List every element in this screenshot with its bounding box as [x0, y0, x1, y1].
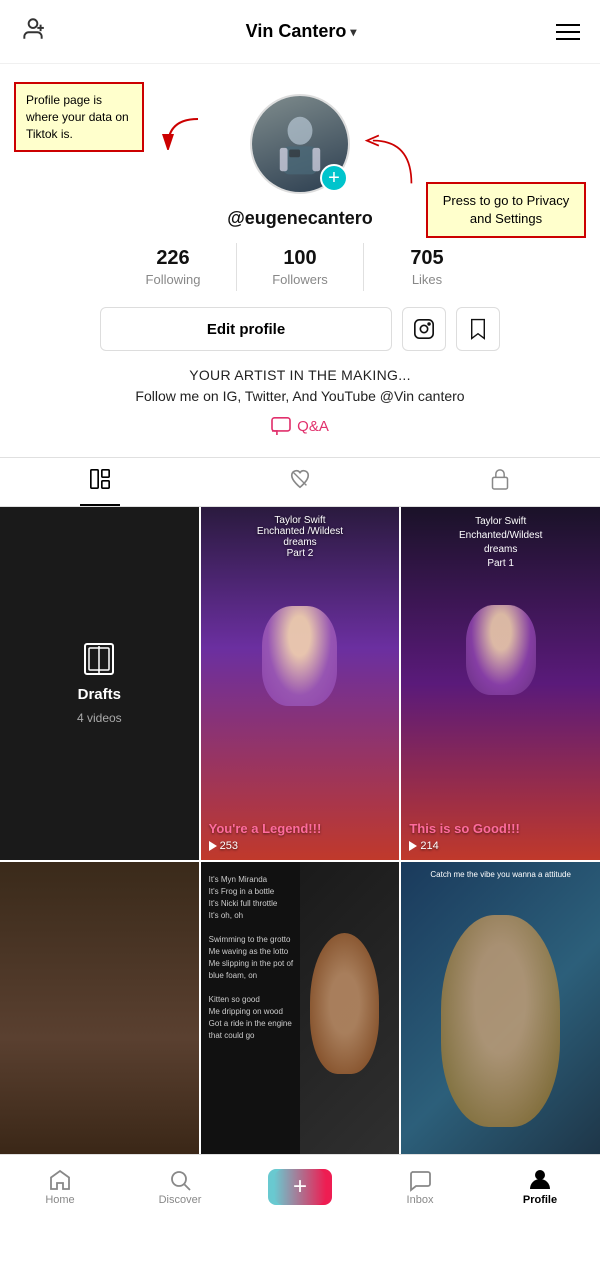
tab-liked[interactable] [200, 458, 400, 506]
heart-icon [289, 468, 311, 496]
add-user-button[interactable] [20, 16, 46, 48]
ts1-overlay: You're a Legend!!! 253 [201, 507, 400, 860]
instagram-button[interactable] [402, 307, 446, 351]
plus-icon: + [293, 1173, 307, 1201]
drafts-icon [81, 642, 117, 678]
annotation-privacy-settings: Press to go to Privacy and Settings [426, 182, 586, 238]
grid-icon [89, 468, 111, 496]
profile-section: Profile page is where your data on Tikto… [0, 64, 600, 453]
top-navigation: Vin Cantero ▾ [0, 0, 600, 64]
nav-inbox[interactable]: Inbox [360, 1168, 480, 1206]
bio-text: YOUR ARTIST IN THE MAKING... Follow me o… [115, 365, 484, 407]
menu-button[interactable] [556, 24, 580, 40]
profile-icon [528, 1168, 552, 1192]
video-ts1[interactable]: Taylor SwiftEnchanted /WildestdreamsPart… [201, 507, 400, 860]
bookmark-button[interactable] [456, 307, 500, 351]
search-icon [168, 1168, 192, 1192]
bio-line2: Follow me on IG, Twitter, And YouTube @V… [135, 386, 464, 407]
dropdown-arrow-icon: ▾ [350, 25, 356, 39]
drafts-label: Drafts [78, 686, 121, 703]
nav-profile-label: Profile [523, 1194, 557, 1206]
ts2-caption: This is so Good!!! [409, 821, 592, 836]
stats-row: 226 Following 100 Followers 705 Likes [110, 243, 490, 291]
followers-label: Followers [237, 272, 363, 287]
lyrics-text: It's Myn MirandaIt's Frog in a bottleIt'… [209, 874, 299, 1042]
following-stat[interactable]: 226 Following [110, 243, 237, 291]
followers-count: 100 [237, 247, 363, 270]
video-grid: Drafts 4 videos Taylor SwiftEnchanted /W… [0, 507, 600, 1215]
annotation-left-arrow [148, 114, 208, 159]
home-icon [48, 1168, 72, 1192]
content-tabs [0, 457, 600, 507]
likes-stat[interactable]: 705 Likes [364, 243, 490, 291]
following-count: 226 [110, 247, 236, 270]
profile-name-text: Vin Cantero [246, 21, 347, 42]
nav-create[interactable]: + [240, 1169, 360, 1205]
nav-home[interactable]: Home [0, 1168, 120, 1206]
nav-discover[interactable]: Discover [120, 1168, 240, 1206]
bio-line1: YOUR ARTIST IN THE MAKING... [135, 365, 464, 386]
following-label: Following [110, 272, 236, 287]
nav-discover-label: Discover [159, 1194, 202, 1206]
lock-icon [490, 468, 510, 496]
nav-inbox-label: Inbox [407, 1194, 434, 1206]
likes-count: 705 [364, 247, 490, 270]
video-ts2[interactable]: Taylor SwiftEnchanted/WildestdreamsPart … [401, 507, 600, 860]
likes-label: Likes [364, 272, 490, 287]
create-button[interactable]: + [274, 1169, 326, 1205]
action-buttons-row: Edit profile [100, 307, 500, 351]
annotation-right-arrow [360, 132, 420, 197]
profile-name-dropdown[interactable]: Vin Cantero ▾ [246, 21, 357, 42]
avatar[interactable]: + [250, 94, 350, 194]
tab-private[interactable] [400, 458, 600, 506]
ts2-overlay: This is so Good!!! 214 [401, 507, 600, 860]
username-text: @eugenecantero [227, 208, 373, 229]
qa-label: Q&A [297, 418, 329, 435]
chat-icon [408, 1168, 432, 1192]
face-overlay-text: Catch me the vibe you wanna a attitude [401, 870, 600, 879]
nav-home-label: Home [45, 1194, 74, 1206]
followers-stat[interactable]: 100 Followers [237, 243, 364, 291]
drafts-cell[interactable]: Drafts 4 videos [0, 507, 199, 860]
ts2-plays: 214 [409, 840, 592, 852]
nav-profile[interactable]: Profile [480, 1168, 600, 1206]
ts1-plays: 253 [209, 840, 392, 852]
tab-videos[interactable] [0, 458, 200, 506]
annotation-profile-data: Profile page is where your data on Tikto… [14, 82, 144, 152]
add-photo-button[interactable]: + [320, 164, 348, 192]
bottom-navigation: Home Discover + Inbox Profile [0, 1154, 600, 1218]
drafts-count: 4 videos [77, 711, 122, 725]
qa-link[interactable]: Q&A [271, 417, 329, 435]
ts1-caption: You're a Legend!!! [209, 821, 392, 836]
edit-profile-button[interactable]: Edit profile [100, 307, 392, 351]
